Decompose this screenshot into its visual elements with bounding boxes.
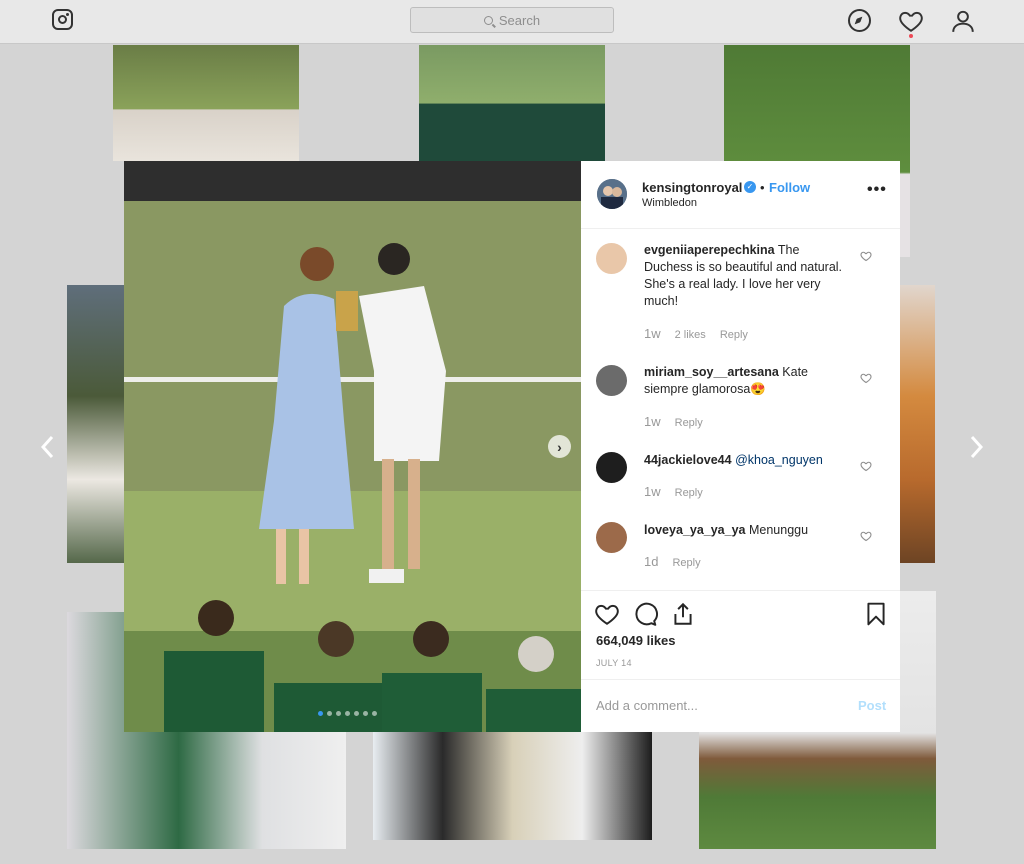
- activity-heart-icon[interactable]: [898, 8, 924, 38]
- notification-dot: [909, 34, 913, 38]
- commenter-avatar[interactable]: [596, 365, 627, 396]
- comment-likes[interactable]: 2 likes: [675, 329, 706, 341]
- comment-like-heart-icon[interactable]: [860, 530, 872, 542]
- comment-mention-link[interactable]: @khoa_nguyen: [735, 453, 823, 467]
- post-location[interactable]: Wimbledon: [642, 197, 697, 209]
- explore-compass-icon[interactable]: [848, 9, 871, 32]
- post-modal: › kensingtonroyal ✓ • Follow Wimbledon •…: [124, 161, 900, 732]
- post-sidebar: kensingtonroyal ✓ • Follow Wimbledon •••…: [581, 161, 900, 732]
- carousel-dot: [363, 711, 368, 716]
- more-options-icon[interactable]: •••: [867, 181, 887, 199]
- carousel-dot: [327, 711, 332, 716]
- carousel-dot: [345, 711, 350, 716]
- search-icon: [483, 15, 493, 25]
- comment-text: evgeniiaperepechkina The Duchess is so b…: [644, 242, 844, 310]
- reply-button[interactable]: Reply: [675, 487, 703, 499]
- next-post-arrow-icon[interactable]: [966, 433, 986, 461]
- commenter-avatar[interactable]: [596, 522, 627, 553]
- grid-photo-4[interactable]: [67, 285, 124, 563]
- comment-meta: 1w 2 likes Reply: [644, 326, 748, 341]
- comment-like-heart-icon[interactable]: [860, 250, 872, 262]
- share-icon[interactable]: [670, 601, 696, 627]
- reply-button[interactable]: Reply: [672, 557, 700, 569]
- comment-meta: 1d Reply: [644, 554, 701, 569]
- comment-age: 1w: [644, 326, 661, 341]
- comment-username[interactable]: evgeniiaperepechkina: [644, 243, 775, 257]
- author-avatar[interactable]: [597, 179, 627, 209]
- carousel-dot: [318, 711, 323, 716]
- comment-like-heart-icon[interactable]: [860, 460, 872, 472]
- likes-count[interactable]: 664,049 likes: [596, 633, 676, 648]
- author-username[interactable]: kensingtonroyal: [642, 180, 742, 195]
- carousel-dot: [354, 711, 359, 716]
- commenter-avatar[interactable]: [596, 452, 627, 483]
- comment-username[interactable]: loveya_ya_ya_ya: [644, 523, 745, 537]
- commenter-avatar[interactable]: [596, 243, 627, 274]
- instagram-logo-icon[interactable]: [52, 9, 73, 30]
- like-heart-icon[interactable]: [594, 601, 620, 627]
- carousel-dot: [372, 711, 377, 716]
- comment-username[interactable]: miriam_soy__artesana: [644, 365, 779, 379]
- comment-username[interactable]: 44jackielove44: [644, 453, 732, 467]
- comment-age: 1w: [644, 414, 661, 429]
- reply-button[interactable]: Reply: [675, 417, 703, 429]
- comment-body: Menunggu: [748, 523, 809, 537]
- actions-divider: [581, 590, 900, 591]
- carousel-next-button[interactable]: ›: [548, 435, 571, 458]
- comment-like-heart-icon[interactable]: [860, 372, 872, 384]
- grid-photo-1[interactable]: [113, 45, 299, 161]
- previous-post-arrow-icon[interactable]: [38, 433, 58, 461]
- comment-text: 44jackielove44 @khoa_nguyen: [644, 452, 844, 469]
- wimbledon-trophy-image: [124, 161, 581, 732]
- profile-icon[interactable]: [950, 8, 976, 34]
- post-header: kensingtonroyal ✓ • Follow Wimbledon •••: [581, 161, 900, 229]
- comment-bubble-icon[interactable]: [632, 601, 658, 627]
- verified-badge-icon: ✓: [744, 181, 756, 193]
- carousel-dots: [318, 711, 377, 716]
- header-separator: •: [760, 180, 765, 195]
- grid-photo-7[interactable]: [373, 732, 652, 840]
- add-comment-input[interactable]: Add a comment...: [596, 698, 698, 713]
- reply-button[interactable]: Reply: [720, 329, 748, 341]
- comment-age: 1w: [644, 484, 661, 499]
- post-comment-button[interactable]: Post: [858, 698, 886, 713]
- save-bookmark-icon[interactable]: [863, 601, 889, 627]
- comment-text: loveya_ya_ya_ya Menunggu: [644, 522, 844, 539]
- search-placeholder: Search: [498, 12, 541, 28]
- grid-photo-2[interactable]: [419, 45, 605, 161]
- add-comment-bar: Add a comment... Post: [581, 679, 900, 732]
- grid-photo-5[interactable]: [900, 285, 935, 563]
- comment-meta: 1w Reply: [644, 414, 703, 429]
- follow-button[interactable]: Follow: [769, 180, 810, 195]
- carousel-dot: [336, 711, 341, 716]
- search-input[interactable]: Search: [410, 7, 614, 33]
- post-photo[interactable]: ›: [124, 161, 581, 732]
- comment-age: 1d: [644, 554, 659, 569]
- post-date: JULY 14: [596, 658, 632, 668]
- comment-meta: 1w Reply: [644, 484, 703, 499]
- comment-text: miriam_soy__artesana Kate siempre glamor…: [644, 364, 844, 398]
- top-nav: Search: [0, 0, 1024, 44]
